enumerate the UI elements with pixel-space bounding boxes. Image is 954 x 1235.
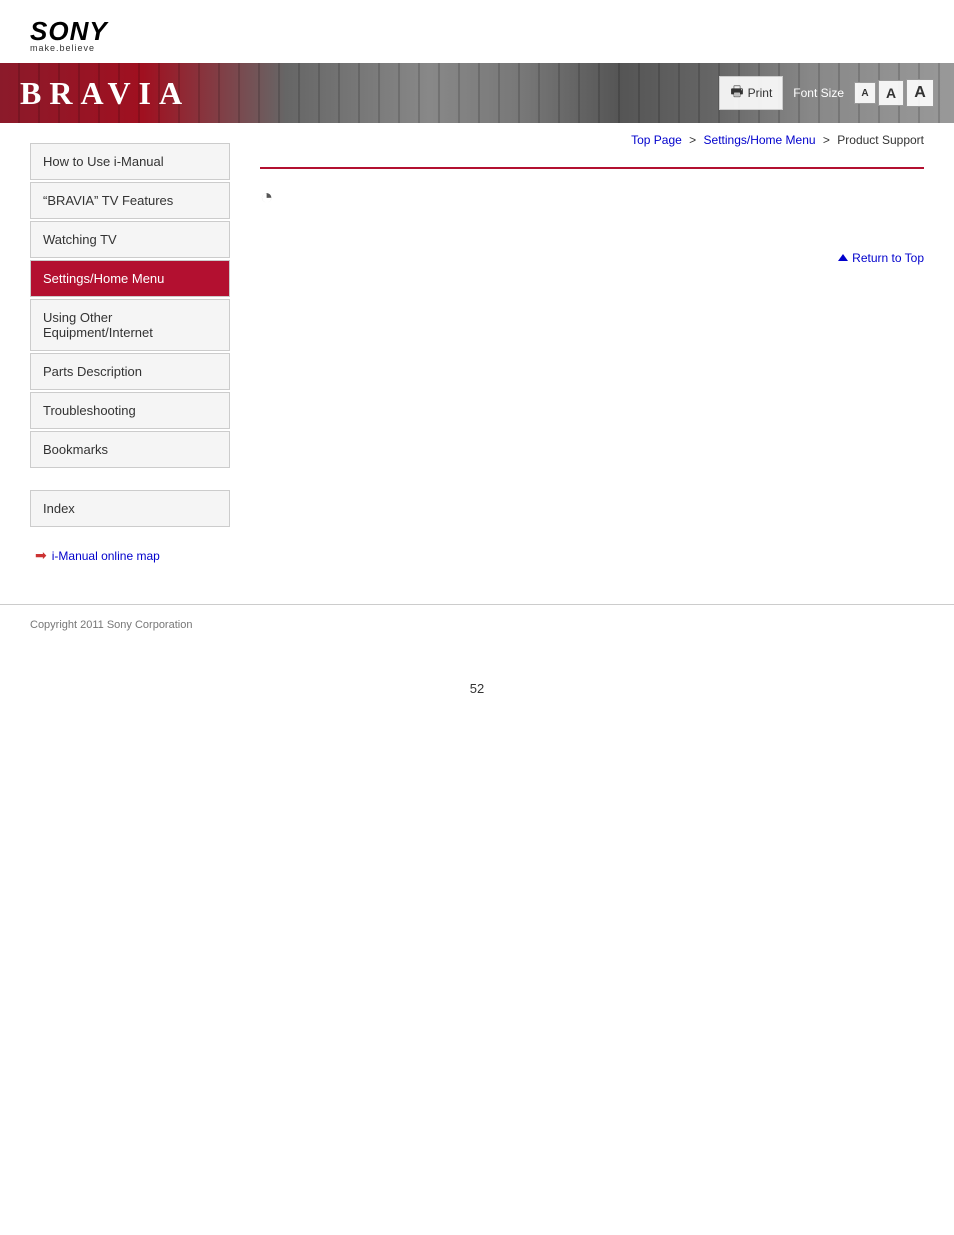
page-content: ◔ [260, 167, 924, 210]
sidebar-item-index[interactable]: Index [30, 490, 230, 527]
sidebar-nav: How to Use i-Manual “BRAVIA” TV Features… [30, 143, 230, 470]
arrow-right-icon: ➡ [35, 547, 47, 564]
font-size-medium-button[interactable]: A [878, 80, 904, 106]
main-layout: How to Use i-Manual “BRAVIA” TV Features… [0, 123, 954, 584]
sidebar-link-index[interactable]: Index [31, 491, 229, 526]
logo-area: SONY make.believe [0, 0, 954, 63]
triangle-up-icon [838, 254, 848, 261]
sidebar-link-settings-home-menu[interactable]: Settings/Home Menu [31, 261, 229, 296]
print-icon: 🖶 [730, 81, 743, 105]
sidebar: How to Use i-Manual “BRAVIA” TV Features… [0, 123, 240, 584]
breadcrumb: Top Page > Settings/Home Menu > Product … [260, 133, 924, 152]
sidebar-link-bravia-features[interactable]: “BRAVIA” TV Features [31, 183, 229, 218]
sidebar-link-how-to-use[interactable]: How to Use i-Manual [31, 144, 229, 179]
sidebar-item-watching-tv[interactable]: Watching TV [30, 221, 230, 258]
sidebar-link-using-other-equipment[interactable]: Using Other Equipment/Internet [31, 300, 229, 350]
breadcrumb-separator-1: > [689, 133, 696, 147]
sidebar-item-bookmarks[interactable]: Bookmarks [30, 431, 230, 468]
print-button[interactable]: 🖶 Print [719, 76, 783, 110]
return-to-top-label: Return to Top [852, 251, 924, 265]
font-size-controls: A A A [854, 79, 934, 107]
sidebar-link-troubleshooting[interactable]: Troubleshooting [31, 393, 229, 428]
print-label: Print [748, 86, 773, 100]
font-size-large-button[interactable]: A [906, 79, 934, 107]
page-content-icon: ◔ [260, 184, 924, 210]
sidebar-link-bookmarks[interactable]: Bookmarks [31, 432, 229, 467]
online-map-label: i-Manual online map [52, 549, 160, 563]
breadcrumb-top-page[interactable]: Top Page [631, 133, 682, 147]
sidebar-item-bravia-features[interactable]: “BRAVIA” TV Features [30, 182, 230, 219]
banner-controls: 🖶 Print Font Size A A A [719, 76, 934, 110]
breadcrumb-separator-2: > [823, 133, 830, 147]
breadcrumb-current: Product Support [837, 133, 924, 147]
copyright-text: Copyright 2011 Sony Corporation [30, 619, 192, 631]
online-map-link[interactable]: ➡ i-Manual online map [30, 547, 230, 564]
font-size-small-button[interactable]: A [854, 82, 876, 104]
sidebar-item-troubleshooting[interactable]: Troubleshooting [30, 392, 230, 429]
breadcrumb-settings-menu[interactable]: Settings/Home Menu [704, 133, 816, 147]
sony-logo-text: SONY [30, 18, 108, 44]
bravia-title: BRAVIA [20, 75, 190, 112]
sidebar-link-parts-description[interactable]: Parts Description [31, 354, 229, 389]
return-to-top: Return to Top [260, 250, 924, 265]
content-area: Top Page > Settings/Home Menu > Product … [240, 123, 954, 584]
font-size-label: Font Size [793, 86, 844, 100]
sidebar-item-settings-home-menu[interactable]: Settings/Home Menu [30, 260, 230, 297]
return-to-top-link[interactable]: Return to Top [838, 251, 924, 265]
sidebar-index-list: Index [30, 490, 230, 527]
sidebar-item-parts-description[interactable]: Parts Description [30, 353, 230, 390]
page-number: 52 [0, 661, 954, 706]
sony-logo: SONY make.believe [30, 18, 108, 53]
footer: Copyright 2011 Sony Corporation [0, 615, 954, 661]
sony-tagline: make.believe [30, 44, 95, 53]
sidebar-item-how-to-use[interactable]: How to Use i-Manual [30, 143, 230, 180]
footer-divider [0, 604, 954, 605]
sidebar-link-watching-tv[interactable]: Watching TV [31, 222, 229, 257]
bravia-banner: BRAVIA 🖶 Print Font Size A A A [0, 63, 954, 123]
sidebar-item-using-other-equipment[interactable]: Using Other Equipment/Internet [30, 299, 230, 351]
